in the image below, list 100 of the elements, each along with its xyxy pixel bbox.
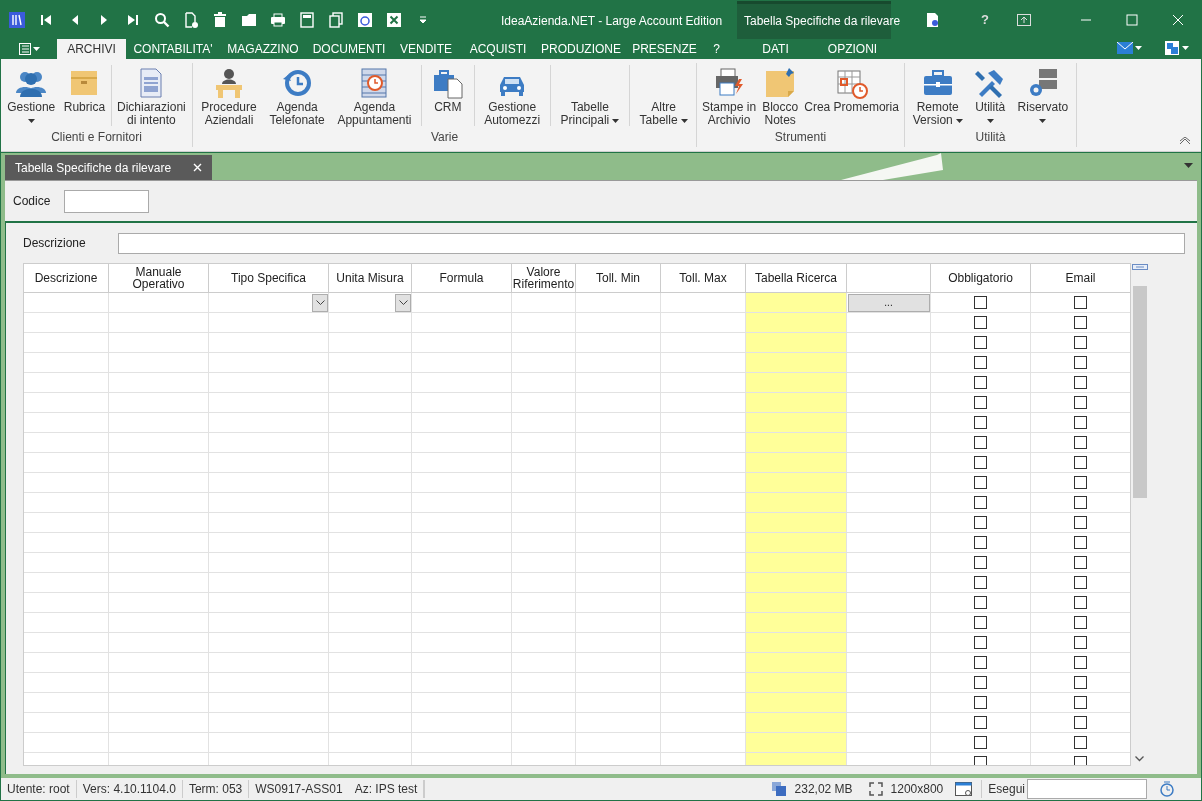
checkbox[interactable] [974,496,987,509]
ribbon-tab[interactable]: MAGAZZINO [220,39,306,59]
close-document-icon[interactable] [386,12,402,28]
column-header[interactable]: Formula [412,264,512,292]
checkbox[interactable] [974,696,987,709]
scroll-down-icon[interactable] [1135,756,1144,762]
checkbox[interactable] [1074,636,1087,649]
app-logo-icon[interactable] [9,12,25,28]
search-icon[interactable] [154,12,170,28]
checkbox[interactable] [1074,296,1087,309]
first-record-icon[interactable] [38,12,54,28]
ribbon-button[interactable]: Crea Promemoria [801,63,902,114]
checkbox[interactable] [974,616,987,629]
checkbox[interactable] [1074,596,1087,609]
column-header[interactable]: Valore Riferimento [512,264,576,292]
checkbox[interactable] [974,676,987,689]
command-field[interactable] [1027,779,1147,799]
ribbon-tab[interactable]: PRODUZIONE [536,39,626,59]
checkbox[interactable] [1074,516,1087,529]
document-settings-icon[interactable] [925,12,939,28]
ribbon-tab[interactable]: VENDITE [392,39,460,59]
ribbon-tab[interactable]: ? [703,39,730,59]
column-header[interactable]: Toll. Min [576,264,661,292]
ribbon-tab[interactable]: PRESENZE [626,39,703,59]
trash-icon[interactable] [212,12,228,28]
ribbon-tab[interactable]: DOCUMENTI [306,39,392,59]
checkbox[interactable] [1074,376,1087,389]
checkbox[interactable] [1074,316,1087,329]
checkbox[interactable] [974,596,987,609]
checkbox[interactable] [974,516,987,529]
checkbox[interactable] [1074,576,1087,589]
dropdown-button[interactable] [395,293,411,312]
checkbox[interactable] [1074,676,1087,689]
ribbon-button[interactable]: Stampe in Archivio [699,63,760,127]
checkbox[interactable] [1074,616,1087,629]
checkbox[interactable] [974,436,987,449]
scrollbar-thumb[interactable] [1133,286,1147,498]
ribbon-tab[interactable]: ARCHIVI [57,39,126,59]
checkbox[interactable] [974,636,987,649]
checkbox[interactable] [1074,696,1087,709]
ellipsis-button[interactable]: ... [847,293,930,312]
checkbox[interactable] [1074,656,1087,669]
collapse-ribbon-icon[interactable] [1179,137,1191,145]
checkbox[interactable] [974,576,987,589]
ribbon-button[interactable]: Altre Tabelle [636,63,691,127]
checkbox[interactable] [974,316,987,329]
dropdown-button[interactable] [312,293,328,312]
checkbox[interactable] [974,556,987,569]
history-icon[interactable] [1159,781,1175,797]
checkbox[interactable] [1074,456,1087,469]
checkbox[interactable] [974,736,987,749]
column-header[interactable]: Unita Misura [329,264,412,292]
column-header[interactable]: Descrizione [24,264,109,292]
ribbon-button[interactable]: Gestione [4,63,59,127]
checkbox[interactable] [1074,416,1087,429]
ribbon-display-icon[interactable] [1017,14,1031,26]
checkbox[interactable] [974,416,987,429]
ribbon-button[interactable]: Agenda Appuntamenti [334,63,415,127]
ribbon-button[interactable]: CRM [428,63,467,114]
new-document-icon[interactable] [183,12,199,28]
input-field[interactable] [118,232,1185,254]
checkbox[interactable] [1074,496,1087,509]
collapse-icon[interactable] [1132,264,1148,270]
ribbon-button[interactable]: Rubrica [60,63,109,114]
folder-icon[interactable] [241,12,257,28]
column-header[interactable]: Tipo Specifica [209,264,329,292]
ribbon-tab[interactable]: CONTABILITA' [126,39,220,59]
ribbon-button[interactable]: Blocco Notes [759,63,802,127]
checkbox[interactable] [1074,476,1087,489]
checkbox[interactable] [974,396,987,409]
checkbox[interactable] [1074,336,1087,349]
checkbox[interactable] [974,336,987,349]
checkbox[interactable] [974,476,987,489]
column-header[interactable]: Manuale Operativo [109,264,209,292]
ribbon-button[interactable]: Agenda Telefonate [266,63,328,127]
checkbox[interactable] [974,716,987,729]
copy-icon[interactable] [328,12,344,28]
checkbox[interactable] [1074,716,1087,729]
window-view-icon[interactable] [955,781,974,797]
ribbon-tab[interactable]: OPZIONI [814,39,891,59]
ribbon-tab[interactable]: DATI [737,39,814,59]
ribbon-button[interactable]: Procedure Aziendali [198,63,260,127]
input-field[interactable] [64,189,150,213]
document-tab[interactable]: Tabella Specifiche da rilevare [5,155,213,180]
checkbox[interactable] [1074,556,1087,569]
checkbox[interactable] [1074,736,1087,749]
tab-list-icon[interactable] [1184,163,1193,168]
last-record-icon[interactable] [125,12,141,28]
checkbox[interactable] [974,356,987,369]
column-header[interactable]: Obbligatorio [931,264,1031,292]
ribbon-button[interactable]: Remote Version [909,63,966,127]
checkbox[interactable] [1074,356,1087,369]
checkbox[interactable] [974,376,987,389]
ribbon-button[interactable]: Gestione Automezzi [481,63,544,127]
ribbon-button[interactable]: Tabelle Principali [557,63,623,127]
preview-icon[interactable] [357,12,373,28]
column-header[interactable]: Tabella Ricerca [746,264,847,292]
checkbox[interactable] [1074,396,1087,409]
ribbon-button[interactable]: Dichiarazioni di intento [114,63,189,127]
checkbox[interactable] [974,296,987,309]
